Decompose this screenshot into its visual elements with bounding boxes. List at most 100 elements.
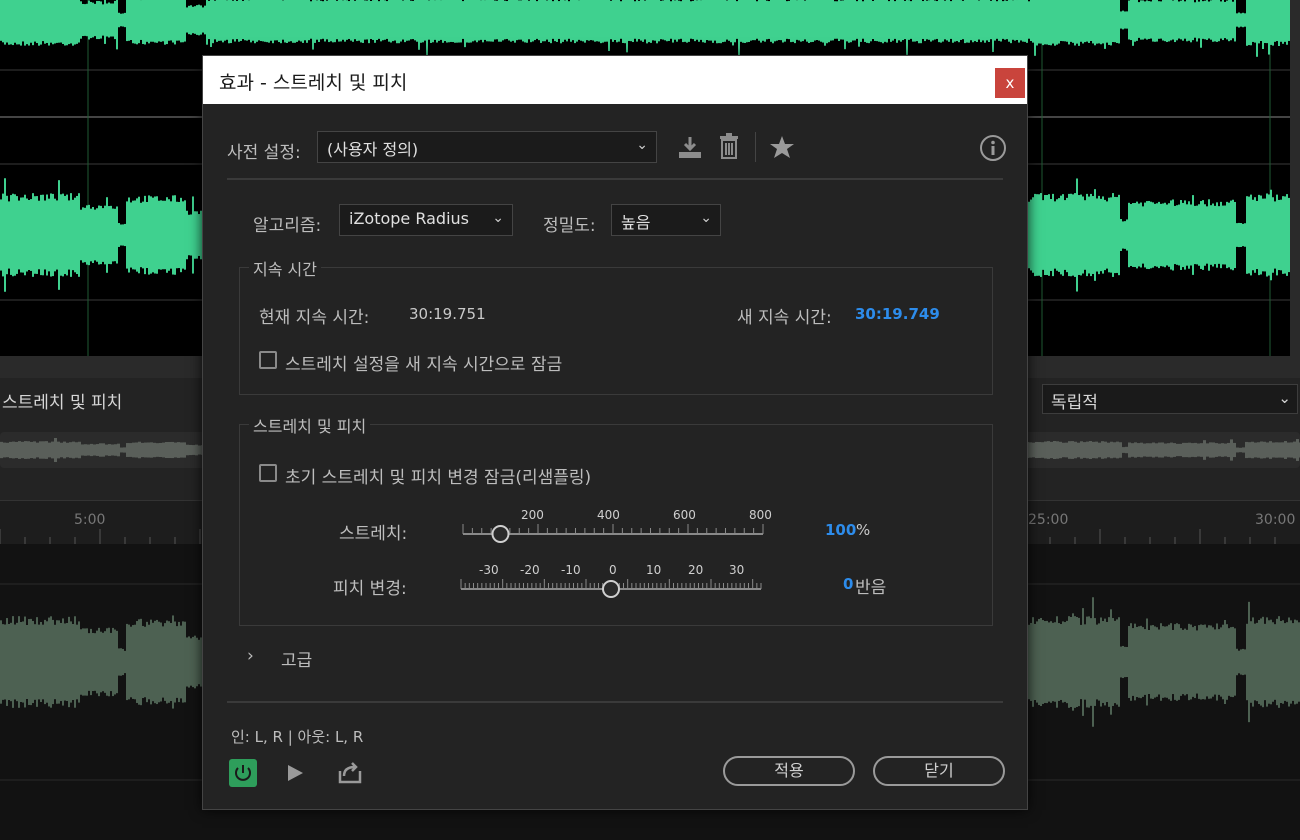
waveform-sample [564, 0, 566, 40]
waveform-sample [464, 0, 466, 48]
waveform-sample [1112, 193, 1114, 277]
play-icon[interactable] [285, 763, 305, 783]
waveform-sample [112, 3, 114, 37]
waveform-sample [1120, 646, 1122, 678]
waveform-sample [252, 0, 254, 41]
waveform-sample [220, 0, 222, 41]
waveform-sample [436, 0, 438, 43]
waveform-sample [1008, 0, 1010, 42]
waveform-sample [778, 0, 780, 41]
new-duration-value[interactable]: 30:19.749 [855, 305, 940, 323]
waveform-sample [156, 196, 158, 274]
waveform-sample [104, 205, 106, 265]
mode-select[interactable]: 독립적 ⌄ [1042, 384, 1298, 414]
pitch-slider-thumb[interactable] [602, 580, 620, 598]
waveform-sample [768, 1, 770, 39]
waveform-sample [2, 0, 4, 43]
waveform-sample [496, 0, 498, 40]
waveform-sample [1264, 198, 1266, 272]
waveform-sample [656, 0, 658, 44]
waveform-sample [92, 2, 94, 38]
waveform-sample [988, 0, 990, 43]
stretch-slider[interactable] [459, 518, 779, 548]
star-icon[interactable] [769, 134, 795, 160]
preset-value: (사용자 정의) [327, 140, 419, 159]
waveform-sample [84, 628, 86, 696]
waveform-sample [1158, 442, 1161, 458]
waveform-sample [1154, 203, 1156, 267]
waveform-sample [1174, 205, 1176, 265]
waveform-sample [100, 1, 102, 39]
waveform-sample [60, 0, 62, 43]
stretch-value[interactable]: 100 [825, 521, 856, 539]
waveform-sample [566, 0, 568, 42]
waveform-sample [1172, 629, 1174, 695]
waveform-sample [310, 1, 312, 39]
waveform-sample [1212, 0, 1214, 42]
waveform-sample [688, 0, 690, 42]
waveform-sample [654, 0, 656, 41]
waveform-sample [120, 648, 122, 676]
waveform-sample [1264, 0, 1266, 44]
waveform-sample [1270, 189, 1272, 281]
waveform-sample [610, 0, 612, 40]
pitch-value[interactable]: 0 [843, 575, 853, 593]
waveform-sample [764, 0, 766, 42]
waveform-sample [26, 624, 28, 700]
algorithm-select[interactable]: iZotope Radius ⌄ [339, 204, 513, 236]
waveform-sample [1242, 447, 1245, 453]
advanced-label[interactable]: 고급 [281, 646, 312, 671]
close-button[interactable]: 닫기 [873, 756, 1005, 786]
waveform-sample [580, 0, 582, 41]
waveform-sample [6, 618, 8, 706]
waveform-sample [686, 0, 688, 43]
waveform-sample [159, 442, 162, 458]
waveform-sample [754, 0, 756, 41]
waveform-sample [1094, 0, 1096, 46]
waveform-sample [1268, 0, 1270, 55]
waveform-sample [1220, 627, 1222, 697]
waveform-sample [114, 0, 116, 40]
waveform-sample [1254, 197, 1256, 273]
waveform-sample [1084, 624, 1086, 700]
waveform-sample [102, 632, 104, 692]
waveform-sample [54, 0, 56, 44]
waveform-sample [1200, 443, 1203, 457]
power-button[interactable] [229, 759, 257, 787]
waveform-sample [972, 0, 974, 43]
loop-export-icon[interactable] [337, 761, 363, 785]
lock-duration-checkbox[interactable] [259, 351, 277, 369]
waveform-sample [1250, 194, 1252, 276]
waveform-sample [1146, 0, 1148, 40]
waveform-sample [1256, 0, 1258, 57]
dialog-titlebar[interactable]: 효과 - 스트레치 및 피치 x [203, 56, 1027, 104]
waveform-sample [1250, 621, 1252, 703]
waveform-sample [1258, 194, 1260, 276]
save-preset-icon[interactable] [677, 134, 703, 160]
close-icon[interactable]: x [995, 68, 1025, 98]
waveform-sample [1154, 626, 1156, 698]
waveform-sample [1042, 0, 1044, 46]
waveform-sample [1208, 199, 1210, 271]
waveform-sample [268, 0, 270, 43]
waveform-sample [1202, 624, 1204, 700]
trash-icon[interactable] [717, 132, 741, 160]
info-icon[interactable] [979, 134, 1007, 162]
apply-button[interactable]: 적용 [723, 756, 855, 786]
waveform-sample [860, 0, 862, 42]
stretch-slider-thumb[interactable] [491, 525, 510, 543]
chevron-right-icon[interactable]: › [247, 646, 254, 666]
waveform-sample [1184, 200, 1186, 270]
waveform-sample [1144, 1, 1146, 39]
waveform-sample [70, 621, 72, 703]
waveform-sample [1040, 617, 1042, 707]
waveform-sample [494, 0, 496, 40]
waveform-sample [880, 0, 882, 43]
waveform-sample [368, 0, 370, 44]
lock-resample-checkbox[interactable] [259, 464, 277, 482]
precision-select[interactable]: 높음 ⌄ [611, 204, 721, 236]
preset-select[interactable]: (사용자 정의) ⌄ [317, 131, 657, 163]
pitch-slider[interactable] [459, 573, 779, 603]
waveform-sample [1150, 625, 1152, 699]
waveform-sample [1294, 619, 1296, 705]
